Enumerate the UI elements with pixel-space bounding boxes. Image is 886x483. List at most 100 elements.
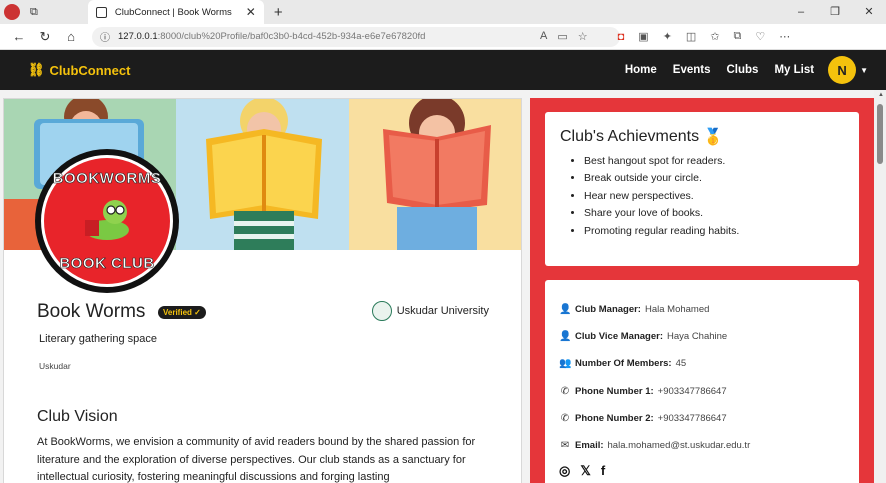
nav-my-list-link[interactable]: My List xyxy=(774,64,814,76)
club-info-card: 👤 Club Manager: Hala Mohamed 👤 Club Vice… xyxy=(545,280,859,483)
link-chain-icon: ⛓ xyxy=(28,62,45,77)
scroll-thumb[interactable] xyxy=(877,104,883,164)
site-info-icon[interactable]: ⓘ xyxy=(100,29,110,44)
envelope-icon: ✉ xyxy=(560,440,570,452)
phone-icon: ✆ xyxy=(560,412,570,424)
phone2-label: Phone Number 2: xyxy=(575,412,654,424)
more-menu-icon[interactable]: ⋯ xyxy=(779,30,790,43)
avatar[interactable]: N xyxy=(828,56,857,84)
vice-manager-label: Club Vice Manager: xyxy=(575,331,663,343)
close-window-button[interactable]: ✕ xyxy=(852,0,886,24)
email-value[interactable]: hala.mohamed@st.uskudar.edu.tr xyxy=(608,440,751,451)
club-sidebar-panel: Club's Achievments 🥇 Best hangout spot f… xyxy=(530,98,874,483)
vice-manager-value: Haya Chahine xyxy=(667,331,728,343)
list-item: Best hangout spot for readers. xyxy=(584,153,844,170)
achievements-heading: Club's Achievments 🥇 xyxy=(560,127,844,147)
banner-reader-3 xyxy=(348,99,521,250)
user-menu[interactable]: N ▼ xyxy=(828,56,868,84)
extensions-puzzle-icon[interactable]: ✦ xyxy=(663,30,672,43)
achievements-list: Best hangout spot for readers. Break out… xyxy=(560,153,844,240)
chevron-down-icon[interactable]: ▼ xyxy=(860,66,868,75)
club-location: Uskudar xyxy=(39,361,71,371)
reader-view-icon[interactable]: ▭ xyxy=(557,30,567,43)
verified-badge: Verified ✓ xyxy=(158,306,206,319)
page-scrollbar[interactable]: ▲ xyxy=(874,90,886,483)
list-item: Share your love of books. xyxy=(584,205,844,222)
achievements-card: Club's Achievments 🥇 Best hangout spot f… xyxy=(545,112,859,266)
extension-grey-icon[interactable]: ▣ xyxy=(638,30,648,43)
page-content: BOOKWORMS BOOK CLUB Book Worms Verified … xyxy=(0,90,886,483)
extension-shield-icon[interactable]: ◘ xyxy=(618,31,625,43)
read-aloud-icon[interactable]: A xyxy=(540,30,547,43)
back-icon[interactable]: ← xyxy=(6,29,32,44)
achievements-title: Club's Achievments xyxy=(560,128,700,145)
logo-text-top: BOOKWORMS xyxy=(52,170,162,188)
browser-tab-bar: ⧉ ClubConnect | Book Worms ✕ + – ❐ ✕ xyxy=(0,0,886,24)
medal-icon: 🥇 xyxy=(703,129,724,146)
browser-tab[interactable]: ClubConnect | Book Worms ✕ xyxy=(87,0,264,24)
phone-icon: ✆ xyxy=(560,385,570,397)
close-tab-icon[interactable]: ✕ xyxy=(246,5,256,19)
facebook-icon[interactable]: f xyxy=(601,463,605,479)
university-name: Uskudar University xyxy=(396,305,489,317)
health-icon[interactable]: ♡ xyxy=(755,30,765,43)
email-row: ✉ Email: hala.mohamed@st.uskudar.edu.tr xyxy=(559,432,845,459)
manager-row: 👤 Club Manager: Hala Mohamed xyxy=(559,296,845,323)
x-twitter-icon[interactable]: 𝕏 xyxy=(580,463,590,479)
manager-value: Hala Mohamed xyxy=(644,304,710,316)
phone2-value[interactable]: +903347786647 xyxy=(658,413,727,424)
phone1-label: Phone Number 1: xyxy=(575,385,654,397)
nav-clubs-link[interactable]: Clubs xyxy=(727,64,759,76)
members-value: 45 xyxy=(675,358,687,370)
users-icon: 👥 xyxy=(559,358,572,370)
phone2-row: ✆ Phone Number 2: +903347786647 xyxy=(559,405,845,432)
favorite-star-icon[interactable]: ☆ xyxy=(578,30,588,43)
brand-logo[interactable]: ⛓ ClubConnect xyxy=(28,62,130,78)
home-icon[interactable]: ⌂ xyxy=(58,29,84,44)
university-logo-icon xyxy=(371,301,392,321)
manager-label: Club Manager: xyxy=(575,304,641,316)
user-icon: 👤 xyxy=(559,331,572,343)
vision-text: At BookWorms, we envision a community of… xyxy=(37,436,476,483)
workspaces-icon[interactable]: ⧉ xyxy=(30,6,38,19)
phone1-row: ✆ Phone Number 1: +903347786647 xyxy=(559,378,845,405)
phone1-value[interactable]: +903347786647 xyxy=(658,386,727,397)
banner-reader-2 xyxy=(176,99,349,250)
instagram-icon[interactable]: ◎ xyxy=(559,463,570,479)
social-links: ◎ 𝕏 f xyxy=(559,463,845,479)
url-host: 127.0.0.1 xyxy=(118,31,158,42)
profile-icon[interactable] xyxy=(4,4,20,20)
nav-events-link[interactable]: Events xyxy=(673,64,711,76)
refresh-icon[interactable]: ↻ xyxy=(32,29,58,45)
scroll-up-icon[interactable]: ▲ xyxy=(878,92,884,98)
new-tab-icon[interactable]: + xyxy=(274,4,283,21)
list-item: Break outside your circle. xyxy=(584,170,844,187)
list-item: Promoting regular reading habits. xyxy=(584,223,844,240)
url-path: :8000/club%20Profile/baf0c3b0-b4cd-452b-… xyxy=(157,31,426,42)
favorites-icon[interactable]: ✩ xyxy=(710,30,719,43)
nav-home-link[interactable]: Home xyxy=(625,64,657,76)
maximize-button[interactable]: ❐ xyxy=(818,0,852,24)
user-icon: 👤 xyxy=(559,304,572,316)
address-bar-row: ← ↻ ⌂ ⓘ 127.0.0.1:8000/club%20Profile/ba… xyxy=(0,24,886,50)
vision-title: Club Vision xyxy=(37,408,118,425)
app-navbar: ⛓ ClubConnect Home Events Clubs My List … xyxy=(0,50,886,90)
club-logo: BOOKWORMS BOOK CLUB xyxy=(35,149,179,293)
split-screen-icon[interactable]: ◫ xyxy=(686,30,696,43)
page-favicon-icon xyxy=(95,6,107,18)
bookworm-icon xyxy=(85,200,129,240)
nav-links: Home Events Clubs My List N ▼ xyxy=(625,56,868,84)
tab-bar-left: ⧉ xyxy=(0,4,38,20)
list-item: Hear new perspectives. xyxy=(584,188,844,205)
tab-title: ClubConnect | Book Worms xyxy=(114,6,232,18)
club-profile-card: BOOKWORMS BOOK CLUB Book Worms Verified … xyxy=(3,98,522,483)
club-name: Book Worms xyxy=(37,301,146,322)
minimize-button[interactable]: – xyxy=(784,0,818,24)
logo-text-bottom: BOOK CLUB xyxy=(59,255,155,273)
university-info[interactable]: Uskudar University xyxy=(371,301,489,321)
vice-manager-row: 👤 Club Vice Manager: Haya Chahine xyxy=(559,323,845,350)
extensions: ◘ ▣ ✦ ◫ ✩ ⧉ ♡ ⋯ xyxy=(618,30,791,43)
brand-name: ClubConnect xyxy=(49,62,131,78)
collections-icon[interactable]: ⧉ xyxy=(734,30,742,43)
club-subtitle: Literary gathering space xyxy=(39,333,158,345)
